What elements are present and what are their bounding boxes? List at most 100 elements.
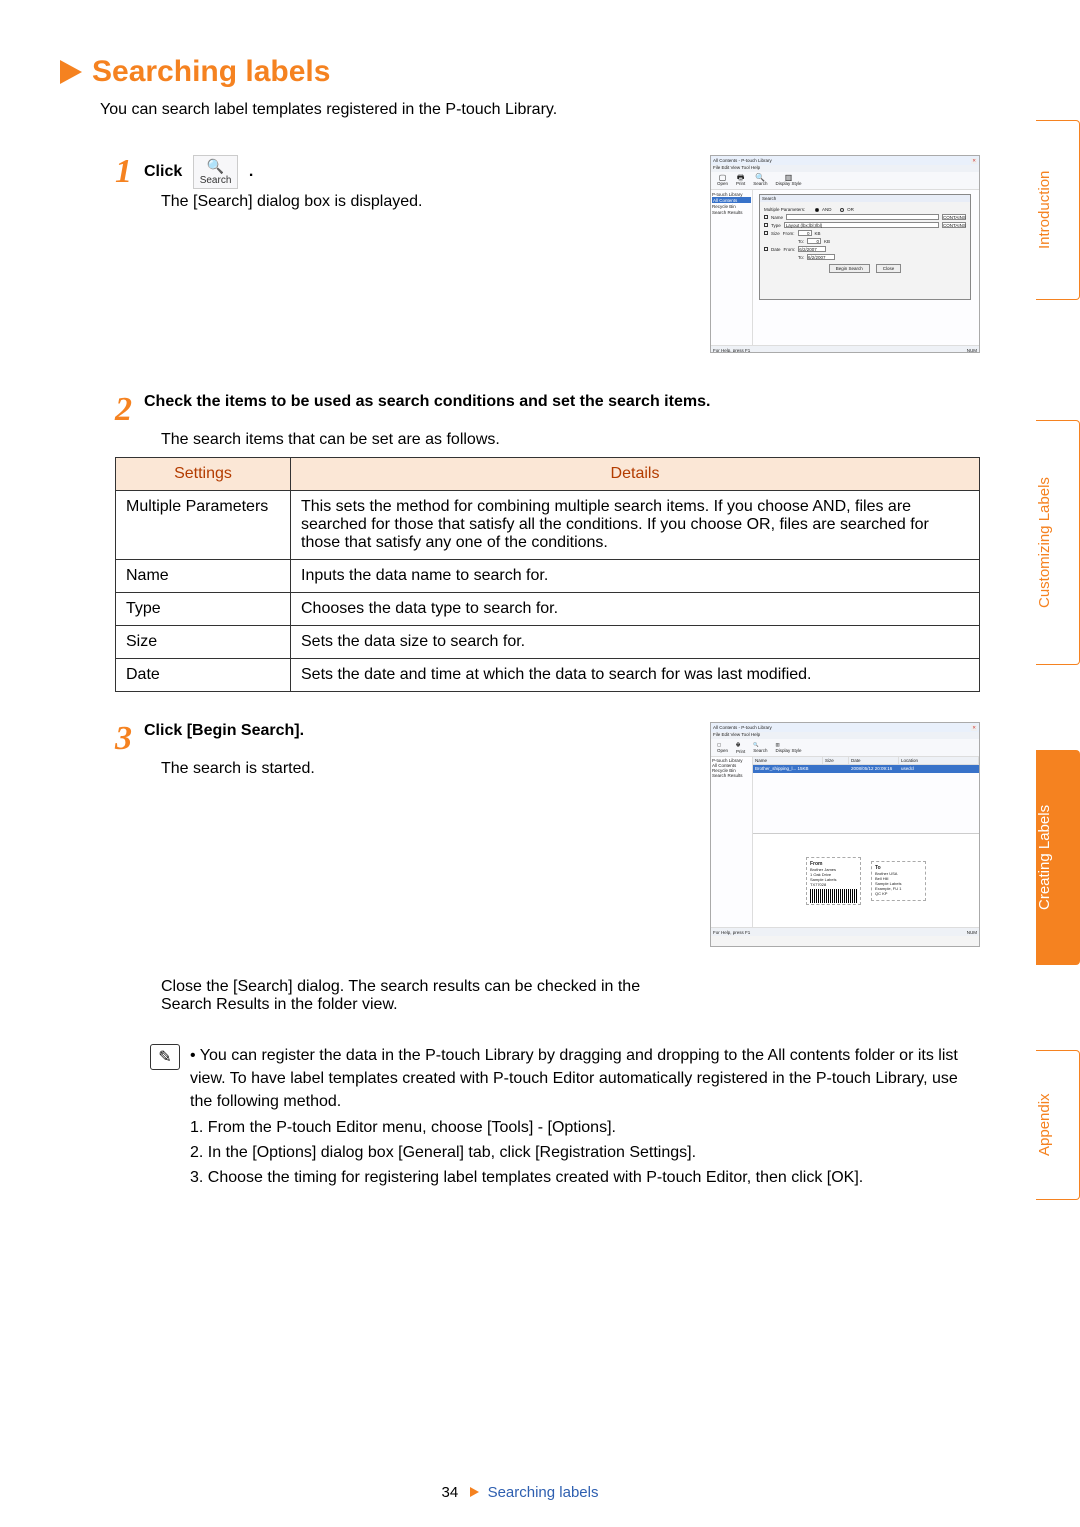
step3-body: The search is started. (161, 760, 684, 778)
date-to: To: (798, 255, 804, 260)
size-kb1: KB (815, 231, 821, 236)
win2-tree: P-touch Library All Contents Recycle Bin… (711, 757, 753, 927)
win2-close-icon: ✕ (971, 725, 977, 731)
status-text: For Help, press F1 (713, 348, 750, 353)
win2-menubar: File Edit View Tool Help (711, 732, 979, 739)
win-menubar: File Edit View Tool Help (711, 165, 979, 172)
begin-search-button: Begin Search (829, 264, 870, 273)
lr-loc: usedcl (899, 765, 979, 773)
search-icon-label: Search (200, 175, 232, 186)
note-li3: 3. Choose the timing for registering lab… (190, 1166, 980, 1189)
tab-appendix[interactable]: Appendix (1036, 1050, 1080, 1200)
size-from: From: (783, 231, 795, 236)
tab-creating[interactable]: Creating Labels (1036, 750, 1080, 965)
preview-pane: From Brother James 1 Oak Drive Sample La… (753, 833, 979, 927)
footer-triangle-icon (470, 1487, 479, 1497)
note-bullet: • You can register the data in the P-tou… (190, 1044, 980, 1114)
status-num: NUM (967, 348, 977, 353)
note-li1: 1. From the P-touch Editor menu, choose … (190, 1116, 980, 1139)
intro-text: You can search label templates registere… (100, 101, 980, 119)
step-number-2: 2 (115, 393, 132, 427)
preview-from: From Brother James 1 Oak Drive Sample La… (806, 857, 861, 905)
tb2-print: Print (736, 749, 745, 754)
footer-text: Searching labels (488, 1484, 599, 1501)
page-footer: 34 Searching labels (0, 1484, 1040, 1501)
chk-size (764, 231, 768, 235)
tb2-search: Search (753, 748, 767, 753)
pv-to-body: Brother USA Bell Hill Sample Labels Exam… (875, 871, 922, 896)
radio-and (815, 208, 819, 212)
search-dialog: Search Multiple Parameters: AND OR Name … (759, 194, 971, 300)
note-icon: ✎ (150, 1044, 180, 1070)
step2-body: The search items that can be set are as … (161, 431, 980, 449)
list-row: Brother_shipping_l... 15KB 2008/05/12 20… (753, 765, 979, 773)
size-kb2: KB (824, 239, 830, 244)
date-to-field: 6/2/2007 (807, 254, 835, 260)
table-row: DateSets the date and time at which the … (116, 659, 980, 692)
size-to-field: 0 (807, 238, 821, 244)
screenshot-results: All Contents - P-touch Library ✕ File Edi… (710, 722, 980, 947)
tab-label: Introduction (1036, 171, 1053, 249)
tab-label: Creating Labels (1036, 805, 1053, 910)
win2-toolbar: ▢Open 🖶Print 🔍Search ▥Display Style (711, 739, 979, 757)
lr-name: Brother_shipping_l... 15KB (753, 765, 849, 773)
status2-num: NUM (967, 930, 977, 935)
step1-period: . (249, 163, 253, 180)
date-label: Date (771, 247, 781, 252)
chk-date (764, 247, 768, 251)
tree2-results: Search Results (712, 773, 751, 778)
lh-date: Date (849, 757, 899, 764)
type-label: Type (771, 223, 781, 228)
tab-customizing[interactable]: Customizing Labels (1036, 420, 1080, 665)
name-label: Name (771, 215, 783, 220)
triangle-icon (60, 60, 82, 84)
pv-from-body: Brother James 1 Oak Drive Sample Labels … (810, 867, 857, 887)
dialog-title: Search (760, 195, 970, 202)
size-label: Size (771, 231, 780, 236)
step1-body: The [Search] dialog box is displayed. (161, 193, 684, 211)
chk-type (764, 223, 768, 227)
step2-bold: Check the items to be used as search con… (144, 393, 710, 410)
date-from: From: (784, 247, 796, 252)
dialog-close-button: Close (876, 264, 902, 273)
type-op: CONTAINS (942, 222, 966, 228)
table-row: NameInputs the data name to search for. (116, 560, 980, 593)
status2-text: For Help, press F1 (713, 930, 750, 935)
barcode-icon (810, 889, 857, 903)
table-row: SizeSets the data size to search for. (116, 626, 980, 659)
th-settings: Settings (116, 458, 291, 491)
and-label: AND (822, 207, 832, 212)
win2-title: All Contents - P-touch Library (713, 725, 772, 730)
tree-results: Search Results (712, 209, 751, 215)
tab-label: Appendix (1036, 1094, 1053, 1157)
tb-search: Search (753, 182, 767, 187)
step3-close: Close the [Search] dialog. The search re… (161, 978, 684, 1014)
size-from-field: 0 (798, 230, 812, 236)
search-icon-toolbar: 🔍 Search (193, 155, 239, 189)
lh-size: Size (823, 757, 849, 764)
screenshot-search-dialog: All Contents - P-touch Library✕ File Edi… (710, 155, 980, 353)
note-box: ✎ • You can register the data in the P-t… (150, 1044, 980, 1189)
step3-bold: Click [Begin Search]. (144, 722, 304, 739)
date-from-field: 6/2/2007 (798, 246, 826, 252)
section-title: Searching labels (60, 55, 980, 89)
win-close-icon: ✕ (971, 158, 977, 164)
lr-date: 2008/05/12 20:09:16 (849, 765, 899, 773)
table-row: Multiple ParametersThis sets the method … (116, 491, 980, 560)
radio-or (840, 208, 844, 212)
lh-location: Location (899, 757, 979, 764)
note-li2: 2. In the [Options] dialog box [General]… (190, 1141, 980, 1164)
step-number-3: 3 (115, 722, 132, 756)
tb-print: Print (736, 182, 745, 187)
step1-click: Click (144, 163, 182, 180)
tab-label: Customizing Labels (1036, 477, 1053, 608)
name-field (786, 214, 939, 220)
tab-introduction[interactable]: Introduction (1036, 120, 1080, 300)
list-header: Name Size Date Location (753, 757, 979, 765)
lh-name: Name (753, 757, 823, 764)
tb-display: Display Style (776, 182, 802, 187)
type-field: Layout (lbx;lbl;rlbl) (784, 222, 939, 228)
win-toolbar: ▢Open 🖶Print 🔍Search ▥Display Style (711, 172, 979, 190)
pv-from-title: From (810, 861, 823, 867)
tb2-open: Open (717, 748, 728, 753)
